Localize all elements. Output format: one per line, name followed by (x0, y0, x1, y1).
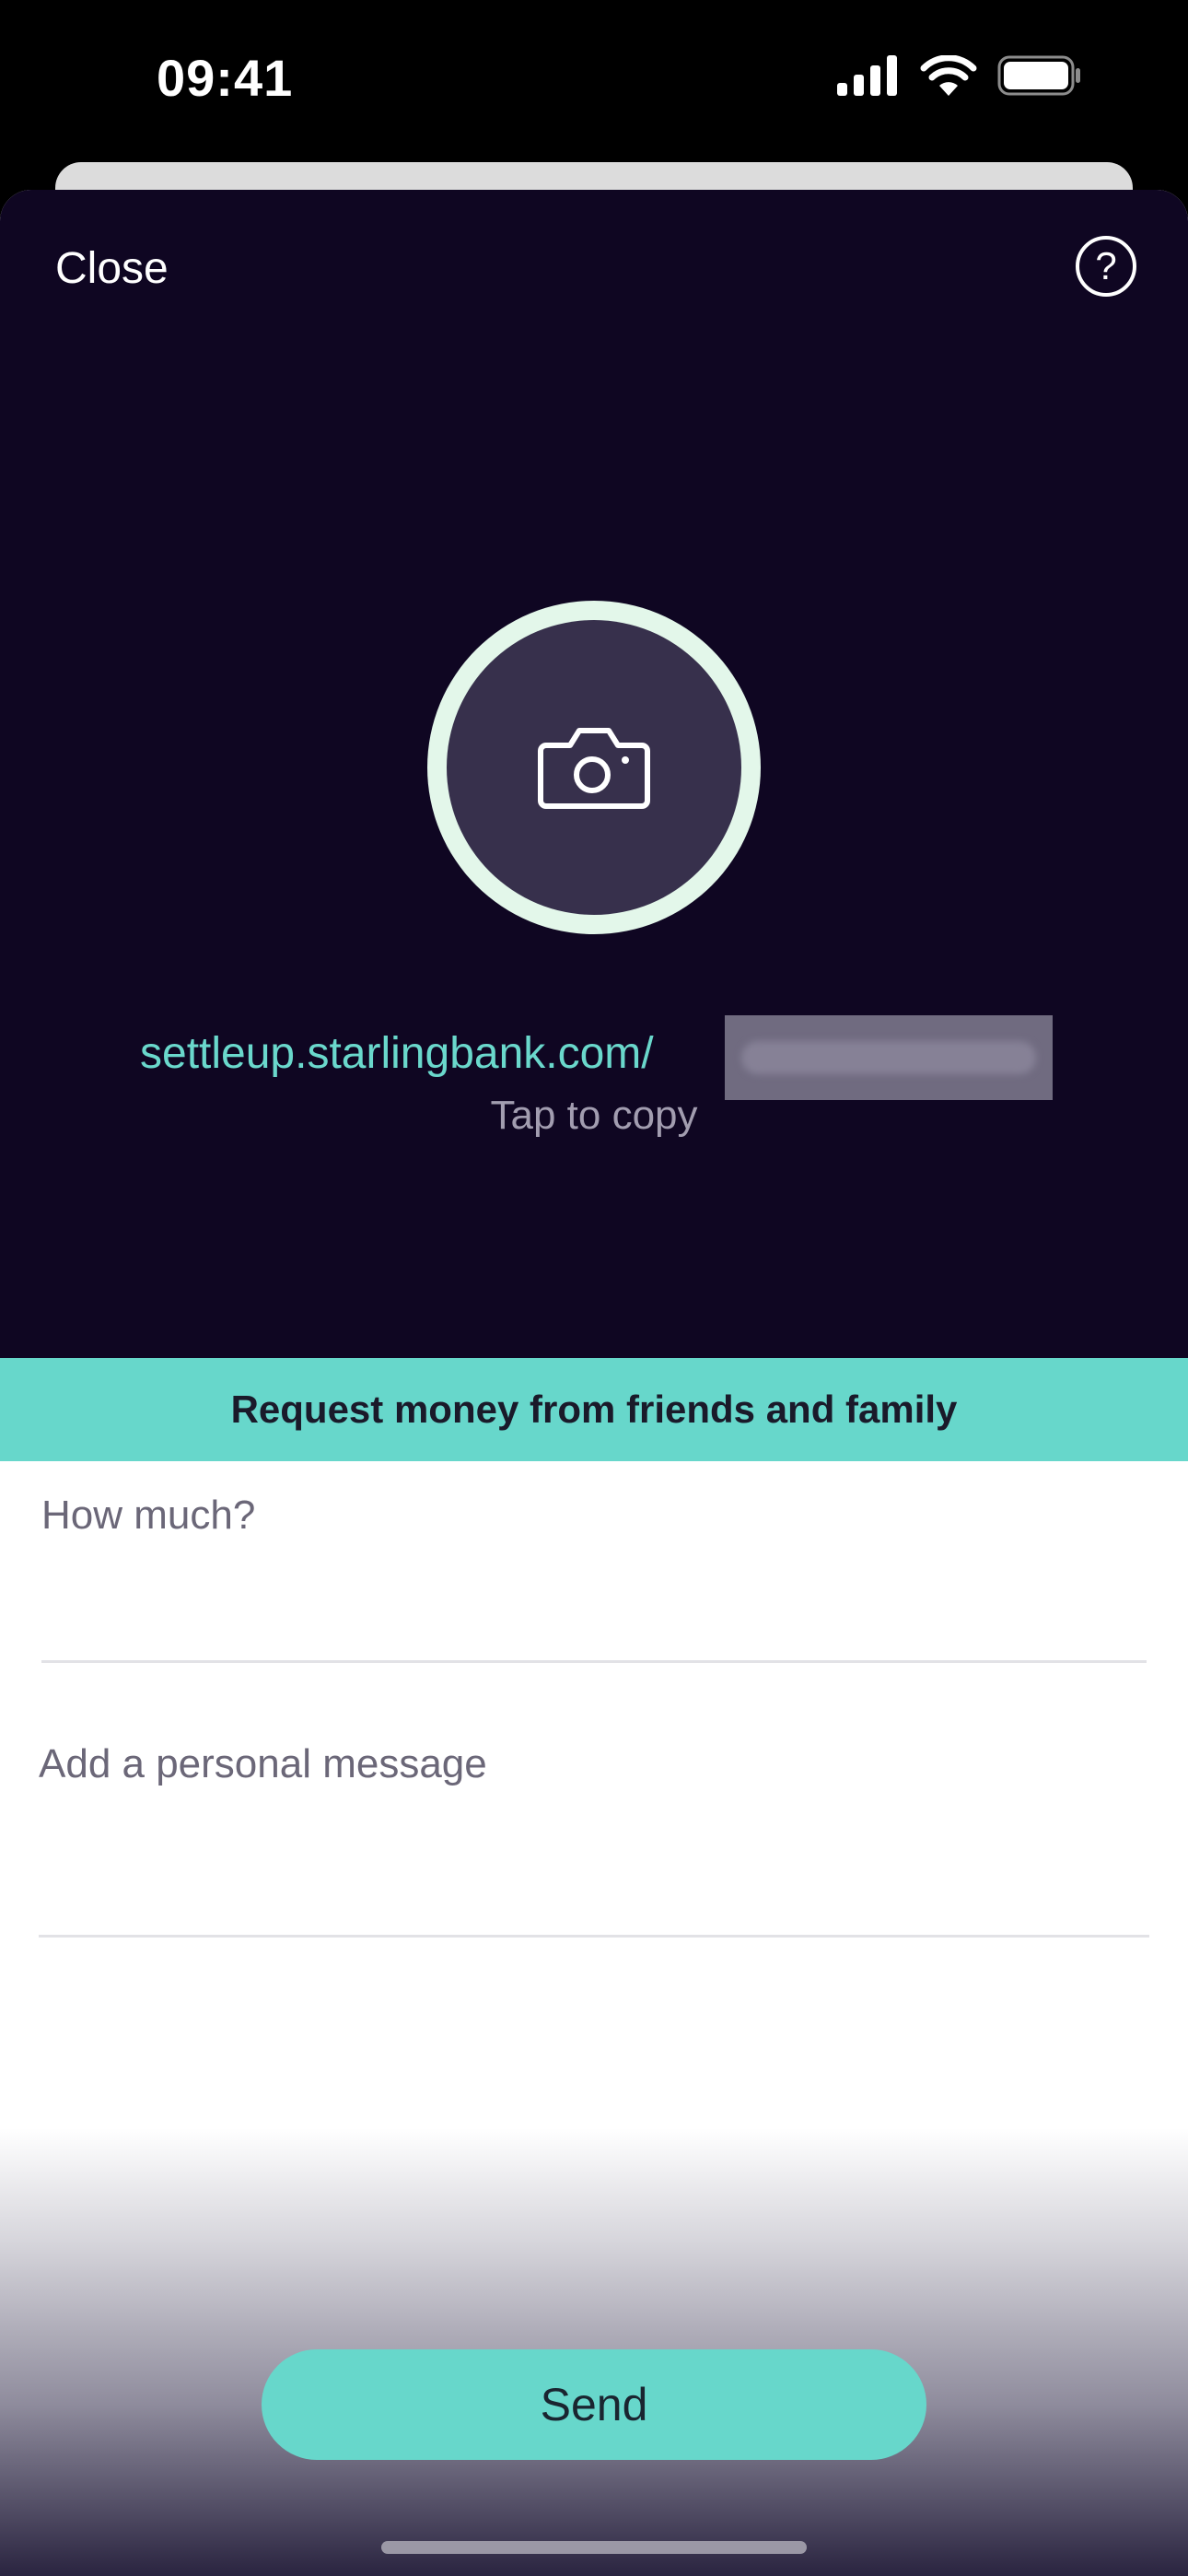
send-button[interactable]: Send (262, 2349, 926, 2460)
camera-icon (538, 728, 650, 809)
message-input[interactable] (39, 1741, 1149, 1787)
banner-text: Request money from friends and family (230, 1388, 958, 1431)
request-banner: Request money from friends and family (0, 1358, 1188, 1461)
status-time: 09:41 (157, 49, 294, 107)
close-button[interactable]: Close (55, 243, 169, 294)
help-button[interactable]: ? (1076, 236, 1136, 297)
message-field (39, 1738, 1149, 1938)
home-indicator (381, 2541, 807, 2554)
cellular-signal-icon (837, 55, 897, 96)
status-icons (835, 55, 1082, 96)
copy-hint: Tap to copy (490, 1093, 698, 1138)
status-bar: 09:41 (0, 0, 1188, 166)
profile-photo-button[interactable] (427, 601, 761, 934)
help-icon: ? (1095, 244, 1117, 287)
wifi-icon (920, 55, 977, 96)
copy-link-button[interactable]: settleup.starlingbank.com/ (0, 1015, 1188, 1100)
avatar (447, 620, 741, 915)
redacted-username (725, 1015, 1053, 1100)
amount-field (41, 1489, 1147, 1663)
settle-up-link: settleup.starlingbank.com/ (140, 1029, 654, 1078)
profile-header: Close ? settleup.starlingbank.com/ Tap t… (0, 190, 1188, 1358)
battery-icon (997, 55, 1080, 96)
amount-input[interactable] (41, 1493, 1147, 1539)
